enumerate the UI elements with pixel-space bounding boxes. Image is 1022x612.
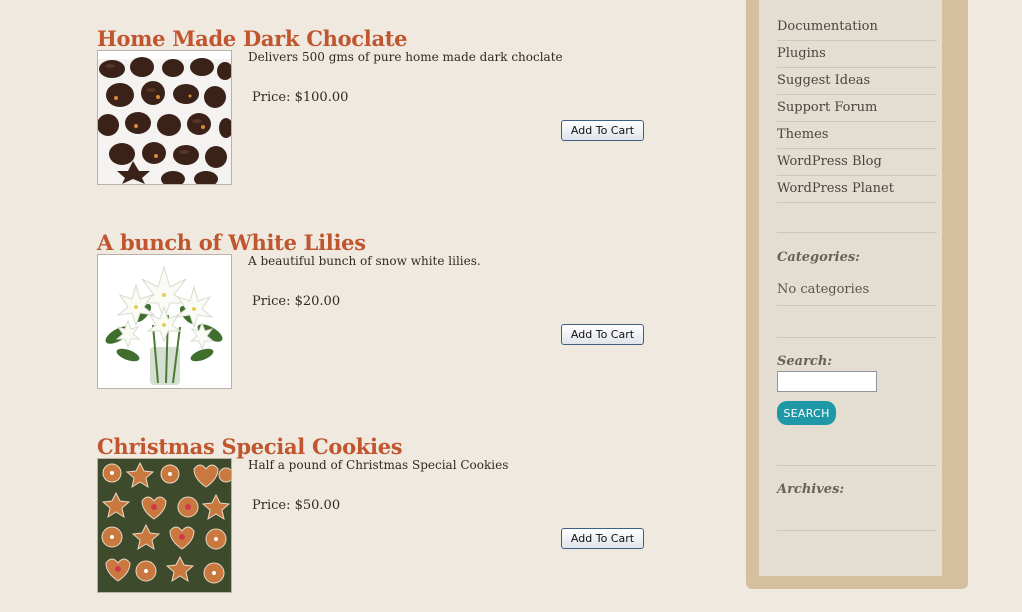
product-price: Price: $100.00	[252, 90, 349, 105]
link-themes: Themes	[777, 122, 937, 149]
link-support-forum: Support Forum	[777, 95, 937, 122]
sidebar-panel: Documentation Plugins Suggest Ideas Supp…	[759, 0, 942, 576]
no-categories-text: No categories	[777, 282, 937, 306]
search-button[interactable]: SEARCH	[777, 401, 836, 425]
product-chocolate: Home Made Dark Choclate Delivers 500 gms…	[97, 26, 657, 208]
sidebar: Documentation Plugins Suggest Ideas Supp…	[746, 0, 968, 589]
product-price: Price: $20.00	[252, 294, 341, 309]
link-wordpress-blog: WordPress Blog	[777, 149, 937, 176]
product-description: Delivers 500 gms of pure home made dark …	[248, 50, 563, 64]
divider	[777, 232, 937, 233]
search-title: Search:	[777, 354, 833, 369]
product-title[interactable]: Home Made Dark Choclate	[97, 26, 408, 51]
search-input[interactable]	[777, 371, 877, 392]
add-to-cart-button[interactable]: Add To Cart	[561, 324, 644, 345]
product-cookies: Christmas Special Cookies Half a pound o…	[97, 434, 657, 612]
product-image-cookies[interactable]	[97, 458, 232, 593]
product-title[interactable]: A bunch of White Lilies	[97, 230, 366, 255]
categories-title: Categories:	[777, 250, 860, 265]
link-themes-label[interactable]: Themes	[777, 127, 828, 142]
product-image-chocolate[interactable]	[97, 50, 232, 185]
link-wordpress-planet-label[interactable]: WordPress Planet	[777, 181, 894, 196]
link-plugins: Plugins	[777, 41, 937, 68]
link-wordpress-planet: WordPress Planet	[777, 176, 937, 203]
link-suggest-ideas: Suggest Ideas	[777, 68, 937, 95]
link-documentation: Documentation	[777, 14, 937, 41]
add-to-cart-button[interactable]: Add To Cart	[561, 528, 644, 549]
product-lilies: A bunch of White Lilies A beautiful bunc…	[97, 230, 657, 412]
archives-title: Archives:	[777, 482, 845, 497]
divider	[777, 465, 937, 466]
product-price: Price: $50.00	[252, 498, 341, 513]
meta-links: Documentation Plugins Suggest Ideas Supp…	[777, 14, 937, 203]
add-to-cart-button[interactable]: Add To Cart	[561, 120, 644, 141]
link-support-forum-label[interactable]: Support Forum	[777, 100, 877, 115]
link-wordpress-blog-label[interactable]: WordPress Blog	[777, 154, 882, 169]
link-plugins-label[interactable]: Plugins	[777, 46, 826, 61]
product-description: Half a pound of Christmas Special Cookie…	[248, 458, 509, 472]
link-suggest-ideas-label[interactable]: Suggest Ideas	[777, 73, 870, 88]
link-documentation-label[interactable]: Documentation	[777, 19, 878, 34]
divider	[777, 337, 937, 338]
divider	[777, 530, 937, 531]
product-image-lilies[interactable]	[97, 254, 232, 389]
product-description: A beautiful bunch of snow white lilies.	[248, 254, 481, 268]
product-title[interactable]: Christmas Special Cookies	[97, 434, 403, 459]
